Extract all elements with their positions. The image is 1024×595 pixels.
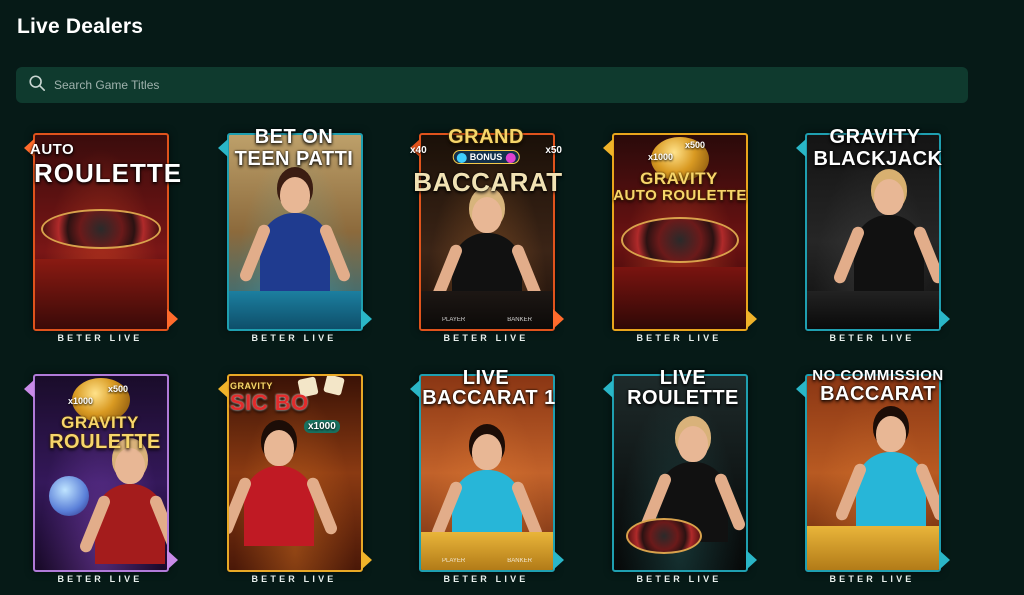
game-title-line-2: BACCARAT xyxy=(820,383,936,405)
player-label: PLAYER xyxy=(442,317,466,323)
provider-label: BETER LIVE xyxy=(57,574,143,584)
multiplier-badge: x500 xyxy=(108,384,129,394)
search-input[interactable] xyxy=(54,67,968,103)
multiplier-badge: x50 xyxy=(545,145,562,156)
dealer-image xyxy=(834,406,939,536)
game-card-teen-patti[interactable]: BET ON TEEN PATTI BETER LIVE xyxy=(214,127,374,347)
game-card-gravity-roulette[interactable]: x1000 x500 GRAVITY ROULETTE BETER LIVE xyxy=(20,374,180,588)
game-title-line-1: GRAND xyxy=(448,126,524,148)
game-card-gravity-auto-roulette[interactable]: x1000 x500 GRAVITY AUTO ROULETTE BETER L… xyxy=(599,133,759,347)
game-title-line-2: TEEN PATTI xyxy=(234,148,354,170)
dealer-image xyxy=(229,420,339,570)
game-card-gravity-blackjack[interactable]: GRAVITY BLACKJACK BETER LIVE xyxy=(792,127,952,347)
corner-decoration-icon xyxy=(167,309,178,329)
banker-label: BANKER xyxy=(507,317,532,323)
game-title-line-1: LIVE xyxy=(659,367,707,389)
roulette-wheel-image xyxy=(626,518,703,554)
provider-label: BETER LIVE xyxy=(636,333,722,343)
planet-image xyxy=(49,476,89,516)
game-thumbnail[interactable] xyxy=(612,133,748,331)
provider-label: BETER LIVE xyxy=(443,574,529,584)
roulette-wheel-image xyxy=(621,217,739,263)
page-title: Live Dealers xyxy=(17,15,144,38)
provider-label: BETER LIVE xyxy=(251,333,337,343)
multiplier-badge: x40 xyxy=(410,145,427,156)
game-title-line-2: AUTO ROULETTE xyxy=(613,187,747,204)
corner-decoration-icon xyxy=(939,309,950,329)
dealer-image xyxy=(430,424,544,550)
corner-decoration-icon xyxy=(167,550,178,570)
bonus-badge: BONUS xyxy=(452,150,520,164)
game-card-gravity-sic-bo[interactable]: GRAVITY SIC BO x1000 BETER LIVE xyxy=(214,374,374,588)
game-title-line-1: AUTO xyxy=(30,141,75,158)
provider-label: BETER LIVE xyxy=(636,574,722,584)
game-card-live-baccarat-1[interactable]: PLAYER BANKER LIVE BACCARAT 1 BETER LIVE xyxy=(406,368,566,588)
multiplier-badge: x1000 xyxy=(304,420,340,433)
search-bar[interactable] xyxy=(16,67,968,103)
table-bet-labels: PLAYER BANKER xyxy=(421,558,553,564)
corner-decoration-icon xyxy=(218,380,228,398)
corner-decoration-icon xyxy=(939,550,950,570)
table-bet-labels: PLAYER BANKER xyxy=(421,317,553,323)
multiplier-badge: x1000 xyxy=(68,396,94,406)
dealer-image xyxy=(78,438,167,564)
game-title-line-2: ROULETTE xyxy=(33,158,183,188)
game-title-line-2: ROULETTE xyxy=(49,431,161,453)
dealer-image xyxy=(430,187,544,313)
game-title-line-1: GRAVITY xyxy=(640,169,718,188)
game-card-grand-baccarat[interactable]: PLAYER BANKER GRAND BONUS x40 x50 BACCAR… xyxy=(406,127,566,347)
roulette-wheel-image xyxy=(41,209,161,249)
game-card-live-roulette[interactable]: LIVE ROULETTE BETER LIVE xyxy=(599,368,759,588)
game-title-line-2: BLACKJACK xyxy=(813,148,943,170)
multiplier-badge: x1000 xyxy=(648,152,674,162)
provider-label: BETER LIVE xyxy=(829,574,915,584)
corner-decoration-icon xyxy=(361,309,372,329)
dealer-image xyxy=(238,167,352,297)
game-title-line-1: BET ON xyxy=(254,126,334,148)
corner-decoration-icon xyxy=(361,550,372,570)
game-title-line-2: ROULETTE xyxy=(627,387,739,409)
provider-label: BETER LIVE xyxy=(57,333,143,343)
corner-decoration-icon xyxy=(24,380,34,398)
game-title-line-1: NO COMMISSION xyxy=(812,367,944,384)
game-card-auto-roulette[interactable]: AUTO ROULETTE BETER LIVE xyxy=(20,133,181,347)
game-title-line-1: GRAVITY xyxy=(829,126,921,148)
corner-decoration-icon xyxy=(553,550,564,570)
corner-decoration-icon xyxy=(746,309,757,329)
provider-label: BETER LIVE xyxy=(251,574,337,584)
corner-decoration-icon xyxy=(603,139,613,157)
multiplier-badge: x500 xyxy=(685,140,706,150)
corner-decoration-icon xyxy=(553,309,564,329)
dealer-image xyxy=(832,169,939,299)
search-icon xyxy=(28,74,46,97)
game-title-line-2: BACCARAT xyxy=(413,167,563,197)
provider-label: BETER LIVE xyxy=(443,333,529,343)
provider-label: BETER LIVE xyxy=(829,333,915,343)
game-title-line-1: GRAVITY xyxy=(61,413,139,432)
banker-label: BANKER xyxy=(507,558,532,564)
game-thumbnail[interactable] xyxy=(33,374,169,572)
game-card-no-commission-baccarat[interactable]: NO COMMISSION BACCARAT BETER LIVE xyxy=(792,368,952,588)
player-label: PLAYER xyxy=(442,558,466,564)
game-title-line-1: LIVE xyxy=(462,367,510,389)
game-title-line-2: SIC BO xyxy=(230,390,309,415)
corner-decoration-icon xyxy=(746,550,757,570)
game-title-line-2: BACCARAT 1 xyxy=(422,387,556,409)
